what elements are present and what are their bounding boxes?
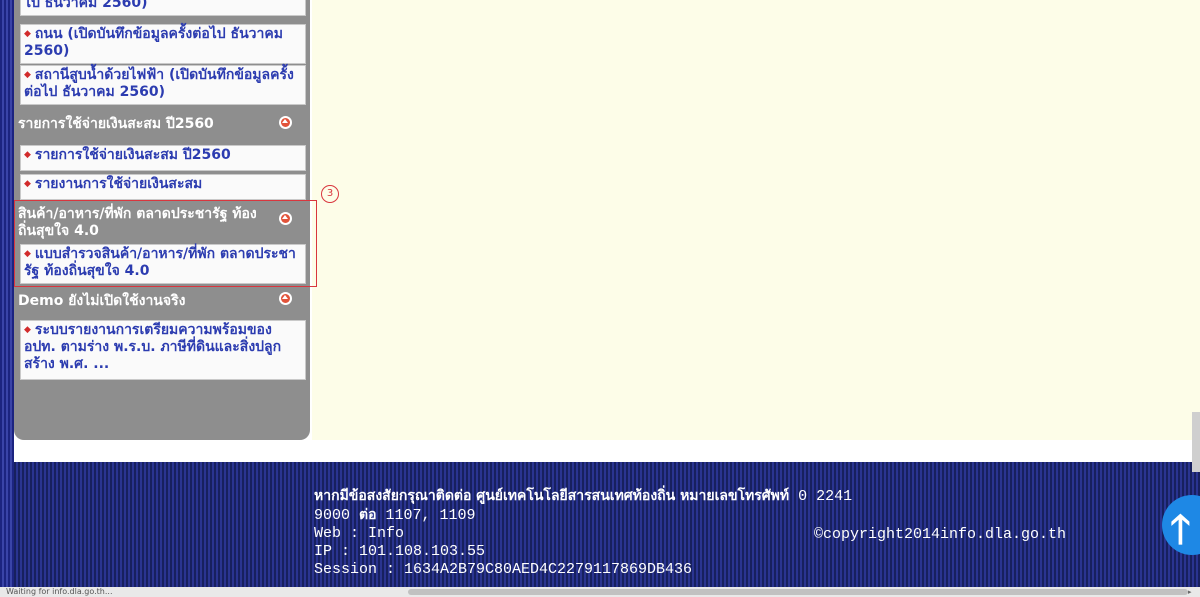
left-border-stripe bbox=[0, 0, 14, 590]
contact-line-1: หากมีข้อสงสัยกรุณาติดต่อ ศูนย์เทคโนโลยีส… bbox=[314, 488, 853, 505]
annotation-number: 3 bbox=[321, 185, 339, 203]
scroll-right-icon[interactable]: ▸ bbox=[1188, 588, 1192, 596]
sidebar-link-label: ไป ธันวาคม 2560) bbox=[24, 0, 148, 11]
bullet-icon: ◆ bbox=[24, 325, 31, 335]
sidebar-link-label: ถนน (เปิดบันทึกข้อมูลครั้งต่อไป ธันวาคม … bbox=[24, 26, 283, 59]
status-text: Waiting for info.dla.go.th... bbox=[6, 587, 113, 596]
section-header-label: รายการใช้จ่ายเงินสะสม ปี2560 bbox=[18, 116, 214, 132]
main-content-area bbox=[312, 0, 1200, 440]
bullet-icon: ◆ bbox=[24, 150, 31, 160]
browser-status-bar: Waiting for info.dla.go.th... ▸ bbox=[0, 587, 1200, 597]
section-header-label: Demo ยังไม่เปิดใช้งานจริง bbox=[18, 293, 186, 309]
bullet-icon: ◆ bbox=[24, 179, 31, 189]
collapse-up-icon[interactable] bbox=[279, 116, 292, 129]
scroll-to-top-button[interactable]: 🡑 bbox=[1162, 495, 1200, 555]
session-id: Session : 1634A2B79C80AED4C2279117869DB4… bbox=[314, 561, 693, 578]
sidebar-link-label: สถานีสูบน้ำด้วยไฟฟ้า (เปิดบันทึกข้อมูลคร… bbox=[24, 67, 294, 100]
sidebar-link-label: รายงานการใช้จ่ายเงินสะสม bbox=[34, 176, 203, 192]
sidebar-link-pump-station[interactable]: ◆ สถานีสูบน้ำด้วยไฟฟ้า (เปิดบันทึกข้อมูลค… bbox=[20, 65, 306, 105]
ip-address: IP : 101.108.103.55 bbox=[314, 543, 486, 560]
footer: หากมีข้อสงสัยกรุณาติดต่อ ศูนย์เทคโนโลยีส… bbox=[14, 462, 1200, 590]
sidebar-link-land-tax-readiness[interactable]: ◆ ระบบรายงานการเตรียมความพร้อมของ อปท. ตา… bbox=[20, 320, 306, 380]
sidebar-link-label: รายการใช้จ่ายเงินสะสม ปี2560 bbox=[34, 147, 231, 163]
copyright-text: ©copyright2014info.dla.go.th bbox=[814, 526, 1067, 543]
sidebar-link-label: ระบบรายงานการเตรียมความพร้อมของ อปท. ตาม… bbox=[24, 322, 282, 372]
section-header-accumulated-spending[interactable]: รายการใช้จ่ายเงินสะสม ปี2560 bbox=[18, 116, 308, 133]
collapse-up-icon[interactable] bbox=[279, 292, 292, 305]
bullet-icon: ◆ bbox=[24, 70, 31, 80]
section-header-demo[interactable]: Demo ยังไม่เปิดใช้งานจริง bbox=[18, 293, 308, 310]
bullet-icon: ◆ bbox=[24, 29, 31, 39]
sidebar-link-spending-report[interactable]: ◆ รายงานการใช้จ่ายเงินสะสม bbox=[20, 174, 306, 200]
vertical-scrollbar[interactable] bbox=[1192, 412, 1200, 472]
annotation-highlight-box bbox=[14, 200, 317, 287]
sidebar-link-road[interactable]: ◆ ถนน (เปิดบันทึกข้อมูลครั้งต่อไป ธันวาคม… bbox=[20, 24, 306, 64]
sidebar-link-cut-off[interactable]: ไป ธันวาคม 2560) bbox=[20, 0, 306, 16]
sidebar-link-spending-list[interactable]: ◆ รายการใช้จ่ายเงินสะสม ปี2560 bbox=[20, 145, 306, 171]
contact-line-2: 9000 ต่อ 1107, 1109 bbox=[314, 507, 476, 524]
arrow-up-icon: 🡑 bbox=[1170, 507, 1191, 553]
horizontal-scrollbar-thumb[interactable] bbox=[408, 589, 1188, 595]
